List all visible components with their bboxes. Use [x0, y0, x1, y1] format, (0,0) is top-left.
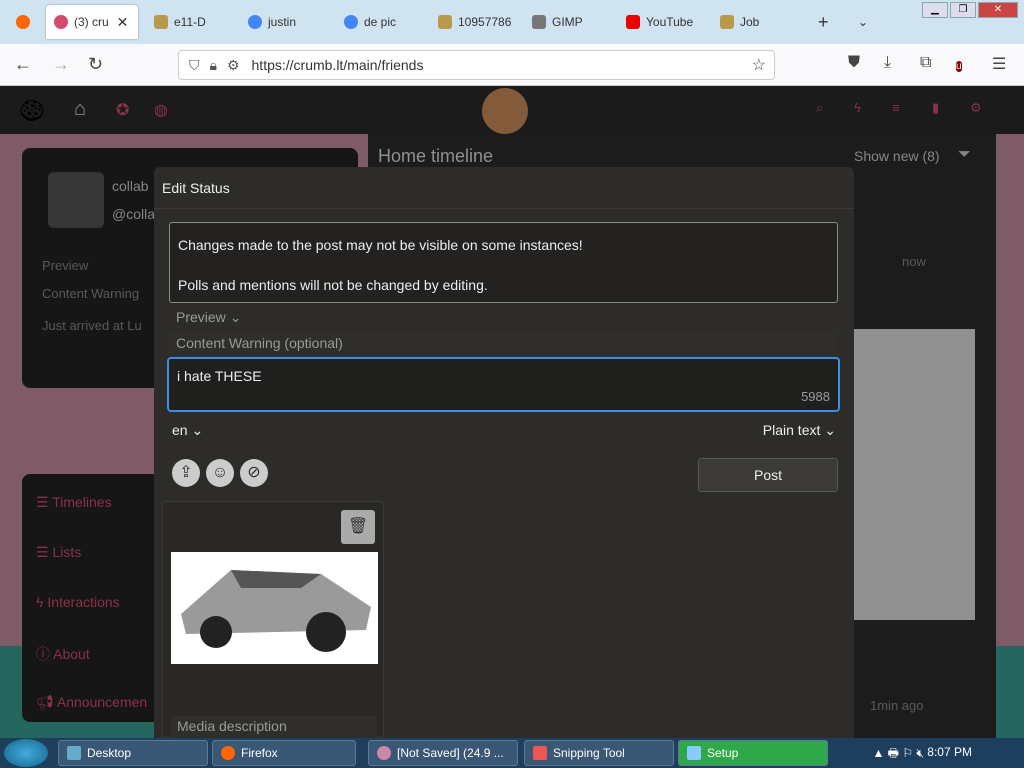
status-text: i hate THESE	[177, 368, 262, 384]
media-description-input[interactable]: Media description	[171, 716, 377, 738]
tab-youtube[interactable]: YouTube	[618, 5, 708, 39]
tab-label: (3) cru	[74, 15, 109, 29]
firefox-icon	[221, 746, 235, 760]
taskbar-firefox[interactable]: Firefox	[212, 740, 356, 766]
chevron-down-icon: ⌄	[191, 422, 204, 438]
tab-label: YouTube	[646, 15, 694, 29]
tab-justin[interactable]: justin	[240, 5, 330, 39]
tab-label: 10957786	[458, 15, 512, 29]
minimize-icon[interactable]: ▁	[922, 2, 948, 18]
firefox-menu-icon[interactable]	[8, 5, 44, 39]
hide-media-icon[interactable]: ⊘	[240, 459, 268, 487]
windows-taskbar: Desktop Firefox [Not Saved] (24.9 ... Sn…	[0, 738, 1024, 768]
gimp-icon	[532, 15, 546, 29]
youtube-icon	[626, 15, 640, 29]
notice-line: Polls and mentions will not be changed b…	[178, 277, 488, 293]
taskbar-label: Setup	[707, 746, 739, 760]
tab-label: de pic	[364, 15, 397, 29]
compose-tools: ⇪ ☺ ⊘	[172, 459, 268, 487]
post-button[interactable]: Post	[698, 458, 838, 492]
language-select[interactable]: en ⌄	[172, 422, 203, 439]
content-warning-input[interactable]: Content Warning (optional)	[169, 331, 838, 357]
url-text[interactable]: https://crumb.lt/main/friends	[252, 57, 424, 73]
downloads-icon[interactable]: ⤓	[884, 54, 891, 72]
tab-label: justin	[268, 15, 297, 29]
tab-crumb[interactable]: (3) cru ✕	[46, 5, 138, 39]
system-tray-icons[interactable]: ▲ 🖶︎ ⚐ 🔇︎	[872, 744, 924, 765]
language-value: en	[172, 422, 188, 438]
tab-e11[interactable]: e11-D	[146, 5, 236, 39]
app-icon	[377, 746, 391, 760]
setup-icon	[687, 746, 701, 760]
menu-icon[interactable]: ☰	[992, 54, 1006, 74]
list-tabs-icon[interactable]: ⌄	[850, 5, 876, 39]
maximize-icon[interactable]: ❐	[950, 2, 976, 18]
tab-10957786[interactable]: 10957786	[430, 5, 520, 39]
taskbar-desktop[interactable]: Desktop	[58, 740, 208, 766]
upload-icon[interactable]: ⇪	[172, 459, 200, 487]
tab-job[interactable]: Job	[712, 5, 792, 39]
taskbar-label: Firefox	[241, 746, 278, 760]
permissions-icon[interactable]: ⚙	[227, 57, 240, 74]
browser-nav-bar: ← → ↻ ⛉ 🔒︎ ⚙ https://crumb.lt/main/frien…	[0, 44, 1024, 86]
preview-label: Preview	[176, 309, 226, 325]
media-preview-image[interactable]	[171, 552, 378, 664]
chevron-down-icon: ⌄	[824, 422, 836, 438]
bookmark-star-icon[interactable]: ☆	[752, 55, 766, 75]
taskbar-label: [Not Saved] (24.9 ...	[397, 746, 504, 760]
chevron-down-icon: ⌄	[229, 309, 242, 325]
edit-notice: Changes made to the post may not be visi…	[169, 222, 838, 303]
status-textarea[interactable]: i hate THESE 5988	[167, 357, 840, 412]
pocket-icon[interactable]: ⛊	[848, 54, 860, 72]
edit-status-modal: Edit Status Changes made to the post may…	[154, 167, 854, 738]
google-icon	[344, 15, 358, 29]
folder-icon	[154, 15, 168, 29]
media-attachment: 🗑︎ Media description	[162, 501, 384, 738]
tab-label: e11-D	[174, 15, 206, 29]
forward-icon[interactable]: →	[52, 54, 70, 75]
character-count: 5988	[801, 389, 830, 404]
taskbar-label: Snipping Tool	[553, 746, 625, 760]
tab-label: GIMP	[552, 15, 583, 29]
tab-gimp[interactable]: GIMP	[524, 5, 614, 39]
url-bar[interactable]: ⛉ 🔒︎ ⚙ https://crumb.lt/main/friends ☆	[178, 50, 775, 80]
lock-icon[interactable]: 🔒︎	[210, 57, 217, 74]
clock[interactable]: 8:07 PM	[927, 745, 972, 759]
crumb-favicon-icon	[54, 15, 68, 29]
browser-tab-bar: (3) cru ✕ e11-D justin de pic 10957786 G…	[0, 0, 1024, 44]
window-controls: ▁ ❐ ✕	[922, 2, 1018, 18]
taskbar-label: Desktop	[87, 746, 132, 760]
new-tab-icon[interactable]: +	[810, 5, 837, 39]
back-icon[interactable]: ←	[14, 54, 32, 75]
shield-icon[interactable]: ⛉	[189, 57, 200, 74]
taskbar-not-saved[interactable]: [Not Saved] (24.9 ...	[368, 740, 518, 766]
desktop-icon	[67, 746, 81, 760]
taskbar-setup[interactable]: Setup	[678, 740, 828, 766]
format-value: Plain text	[762, 422, 821, 438]
scissors-icon	[533, 746, 547, 760]
reload-icon[interactable]: ↻	[88, 54, 103, 75]
google-icon	[248, 15, 262, 29]
folder-icon	[720, 15, 734, 29]
taskbar-snipping-tool[interactable]: Snipping Tool	[524, 740, 674, 766]
extensions-icon[interactable]: ⧉	[920, 54, 931, 72]
emoji-icon[interactable]: ☺	[206, 459, 234, 487]
notice-line: Changes made to the post may not be visi…	[178, 237, 583, 253]
start-button[interactable]	[4, 739, 48, 767]
tab-pic[interactable]: de pic	[336, 5, 426, 39]
tab-label: Job	[740, 15, 760, 29]
ublock-icon[interactable]: u	[956, 56, 962, 76]
modal-title: Edit Status	[154, 167, 854, 209]
folder-icon	[438, 15, 452, 29]
close-window-icon[interactable]: ✕	[978, 2, 1018, 18]
preview-toggle[interactable]: Preview ⌄	[176, 309, 241, 326]
cybertruck-image	[181, 570, 371, 652]
trash-icon[interactable]: 🗑︎	[341, 510, 375, 544]
close-tab-icon[interactable]: ✕	[117, 14, 129, 31]
format-select[interactable]: Plain text ⌄	[763, 422, 836, 439]
